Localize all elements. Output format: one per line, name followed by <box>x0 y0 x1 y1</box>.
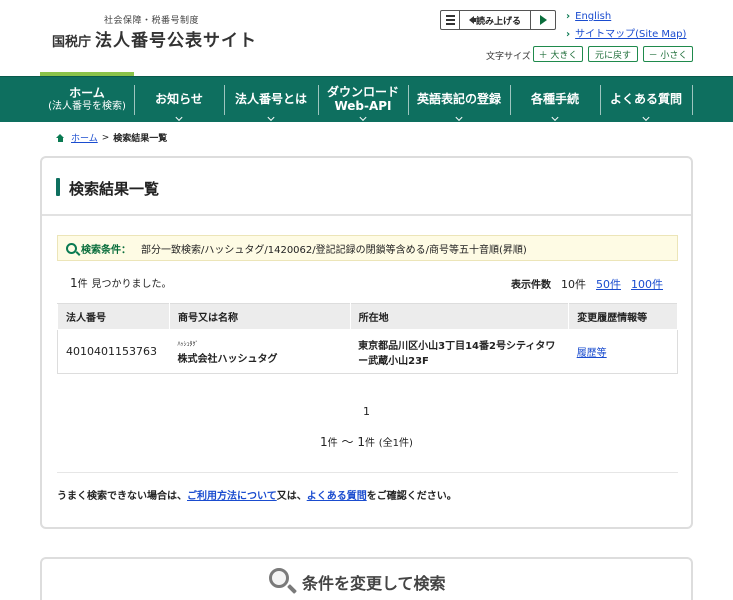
breadcrumb: ホーム > 検索結果一覧 <box>56 131 167 144</box>
read-aloud-widget: 読み上げる <box>440 10 556 30</box>
per-page-50-link[interactable]: 50件 <box>596 276 621 292</box>
column-header-name: 商号又は名称 <box>168 303 351 330</box>
read-aloud-label: 読み上げる <box>475 16 521 27</box>
change-search-title[interactable]: 条件を変更して検索 <box>302 570 446 594</box>
history-cell: 履歴等 <box>569 330 678 374</box>
results-header: 検索結果一覧 <box>42 158 691 216</box>
range-unit: 件 <box>327 438 338 449</box>
conditions-value: 部分一致検索/ハッシュタグ/1420062/登記記録の閉鎖等含める/商号等五十音… <box>141 244 527 256</box>
column-header-history: 変更履歴情報等 <box>568 303 678 330</box>
site-header: 社会保障・税番号制度 国税庁 法人番号公表サイト 読み上げる English サ… <box>0 0 733 76</box>
logo-subtitle: 社会保障・税番号制度 <box>104 16 200 26</box>
read-aloud-button[interactable]: 読み上げる <box>460 11 531 29</box>
company-name: 株式会社ハッシュタグ <box>177 353 278 365</box>
nav-faq-label: よくある質問 <box>609 92 682 107</box>
nav-item-english-registration[interactable]: 英語表記の登録 <box>408 77 510 123</box>
nav-news-label: お知らせ <box>155 92 203 107</box>
nav-item-home[interactable]: ホーム (法人番号を検索) <box>40 77 134 123</box>
range-unit: 件 <box>364 438 375 449</box>
range-separator: ～ <box>337 435 358 449</box>
per-page-label: 表示件数 <box>511 280 551 291</box>
table-header-row: 法人番号 商号又は名称 所在地 変更履歴情報等 <box>57 303 678 330</box>
logo-agency[interactable]: 国税庁 <box>52 31 91 50</box>
home-icon <box>56 133 65 142</box>
chevron-down-icon <box>642 113 650 122</box>
address-line-1: 東京都品川区小山3丁目14番2号シティタワ <box>358 340 556 352</box>
nav-item-news[interactable]: お知らせ <box>134 77 224 123</box>
address-line-2: ー武蔵小山23F <box>358 355 429 367</box>
range-start: 1 <box>320 435 328 449</box>
result-count-number: 1 <box>70 276 78 290</box>
range-total: (全1件) <box>378 438 413 449</box>
play-icon <box>539 15 547 25</box>
corporate-number-cell: 4010401153763 <box>66 345 157 358</box>
breadcrumb-home-link[interactable]: ホーム <box>71 131 98 144</box>
help-mid: 又は、 <box>276 491 307 502</box>
per-page-100-link[interactable]: 100件 <box>631 276 663 292</box>
search-icon <box>66 242 77 254</box>
sitemap-link[interactable]: サイトマップ(Site Map) <box>566 25 686 40</box>
nav-english-label: 英語表記の登録 <box>416 92 501 107</box>
per-page-selector: 表示件数 10件 50件 100件 <box>511 276 663 292</box>
nav-item-procedures[interactable]: 各種手続 <box>510 77 600 123</box>
page-number: 1 <box>363 405 370 418</box>
font-reset-button[interactable]: 元に戻す <box>588 46 638 62</box>
global-nav: ホーム (法人番号を検索) お知らせ 法人番号とは ダウンロード Web-API… <box>0 76 733 122</box>
nav-item-about[interactable]: 法人番号とは <box>224 77 318 123</box>
column-header-number: 法人番号 <box>57 303 170 330</box>
nav-home-sublabel: (法人番号を検索) <box>48 101 126 113</box>
font-larger-button[interactable]: ＋ 大きく <box>533 46 583 62</box>
chevron-down-icon <box>455 113 463 122</box>
nav-home-label: ホーム <box>69 86 105 101</box>
chevron-down-icon <box>175 113 183 122</box>
change-search-panel[interactable]: 条件を変更して検索 <box>40 557 693 600</box>
result-range: 1件 ～ 1件 (全1件) <box>42 433 691 450</box>
search-icon <box>269 568 289 588</box>
pagination: 1 <box>42 405 691 418</box>
search-conditions: 検索条件： 部分一致検索/ハッシュタグ/1420062/登記記録の閉鎖等含める/… <box>57 235 678 261</box>
nav-webapi-label: Web-API <box>334 99 392 113</box>
history-link[interactable]: 履歴等 <box>577 348 607 359</box>
heading-marker <box>56 178 60 196</box>
play-button[interactable] <box>531 11 555 29</box>
breadcrumb-current: 検索結果一覧 <box>113 134 168 144</box>
font-size-label: 文字サイズ <box>486 52 531 62</box>
nav-divider <box>692 85 693 115</box>
nav-about-label: 法人番号とは <box>234 92 307 107</box>
font-smaller-button[interactable]: － 小さく <box>643 46 693 62</box>
results-table: 法人番号 商号又は名称 所在地 変更履歴情報等 4010401153763 ﾊｯ… <box>57 303 678 374</box>
divider <box>57 472 678 473</box>
per-page-current: 10件 <box>561 278 586 291</box>
results-panel: 検索結果一覧 検索条件： 部分一致検索/ハッシュタグ/1420062/登記記録の… <box>40 156 693 529</box>
breadcrumb-separator: > <box>101 132 110 143</box>
company-name-kana: ﾊｯｼｭﾀｸﾞ <box>177 340 199 348</box>
help-prefix: うまく検索できない場合は、 <box>57 491 187 502</box>
conditions-label: 検索条件： <box>81 244 131 256</box>
result-count: 1件 見つかりました。 <box>70 275 171 290</box>
column-header-address: 所在地 <box>349 303 570 330</box>
nav-download-label: ダウンロード <box>326 85 399 100</box>
result-count-text: 見つかりました。 <box>91 279 172 290</box>
english-link[interactable]: English <box>566 11 611 22</box>
nav-item-faq[interactable]: よくある質問 <box>600 77 692 123</box>
chevron-down-icon <box>551 113 559 122</box>
site-logo-title[interactable]: 法人番号公表サイト <box>95 26 257 51</box>
help-suffix: をご確認ください。 <box>366 491 457 502</box>
company-name-cell: ﾊｯｼｭﾀｸﾞ 株式会社ハッシュタグ <box>169 330 350 374</box>
page-title: 検索結果一覧 <box>69 180 160 198</box>
faq-link[interactable]: よくある質問 <box>307 491 367 502</box>
speaker-icon <box>468 16 476 24</box>
result-count-unit: 件 <box>77 279 88 290</box>
chevron-down-icon <box>267 113 275 122</box>
range-end: 1 <box>357 435 365 449</box>
help-text: うまく検索できない場合は、ご利用方法について又は、よくある質問をご確認ください。 <box>57 487 457 502</box>
table-row: 4010401153763 ﾊｯｼｭﾀｸﾞ 株式会社ハッシュタグ 東京都品川区小… <box>58 330 678 374</box>
address-cell: 東京都品川区小山3丁目14番2号シティタワ ー武蔵小山23F <box>350 330 569 374</box>
nav-item-download[interactable]: ダウンロード Web-API <box>318 77 408 123</box>
nav-procedures-label: 各種手続 <box>530 92 579 107</box>
chevron-down-icon <box>359 113 367 122</box>
usage-guide-link[interactable]: ご利用方法について <box>187 491 277 502</box>
menu-icon[interactable] <box>441 11 460 29</box>
